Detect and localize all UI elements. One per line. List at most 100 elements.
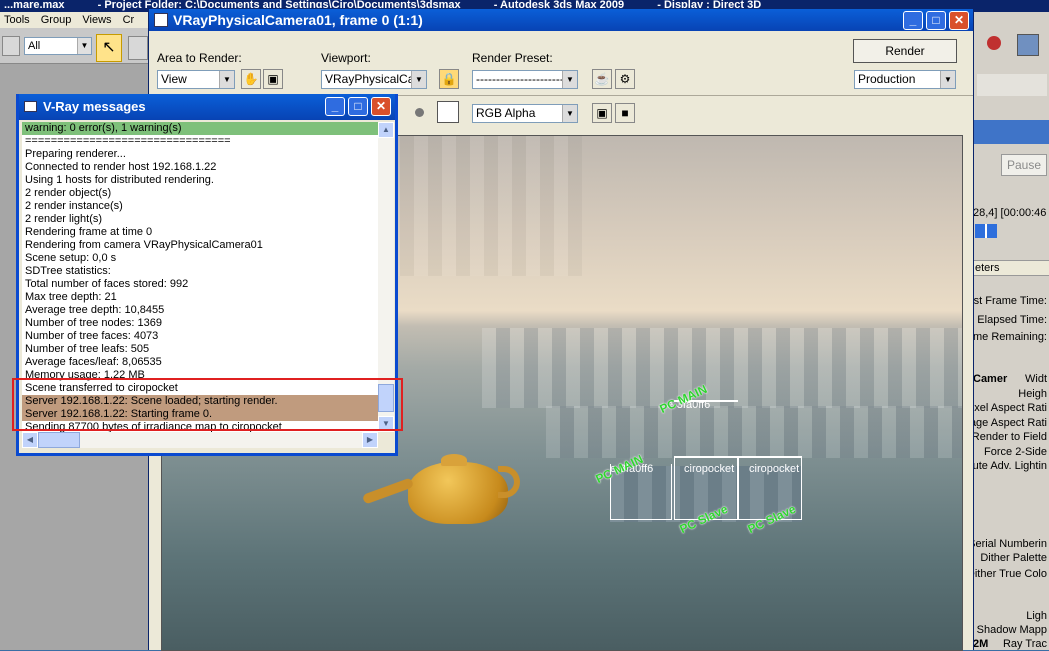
log-line: Number of tree faces: 4073 (25, 330, 159, 342)
menu-tools[interactable]: Tools (4, 14, 30, 26)
frame-icon: ▣ (596, 106, 608, 120)
log-line: Using 1 hosts for distributed rendering. (25, 174, 214, 186)
maximize-button[interactable]: □ (926, 11, 946, 30)
time-remaining-label: me Remaining: (973, 331, 1047, 343)
max-menubar: Tools Group Views Cr (0, 12, 160, 28)
scroll-right-button[interactable]: ▶ (362, 432, 378, 448)
frame-progress-text: 28,4] [00:00:46 (973, 207, 1047, 219)
teapot-handle (498, 466, 520, 498)
environment-button[interactable]: ⚙ (615, 69, 635, 89)
area-to-render-label: Area to Render: (157, 51, 242, 65)
log-line: Connected to render host 192.168.1.22 (25, 161, 217, 173)
width-label: Widt (1025, 373, 1047, 385)
select-by-name-button[interactable] (128, 36, 148, 60)
bucket-host-label: ciropocket (684, 463, 735, 475)
minimize-button[interactable]: _ (903, 11, 923, 30)
area-to-render-value: View (161, 72, 187, 86)
render-preset-dropdown[interactable]: ------------------------- ▼ (472, 70, 578, 89)
minimize-icon: _ (909, 13, 917, 27)
auto-region-button[interactable]: ▣ (263, 69, 283, 89)
close-button[interactable]: ✕ (371, 97, 391, 116)
height-label: Heigh (1018, 388, 1047, 400)
chevron-down-icon: ▼ (562, 105, 577, 122)
selection-filter-dropdown[interactable]: All ▼ (24, 37, 92, 55)
render-window-title: VRayPhysicalCamera01, frame 0 (1:1) (173, 12, 423, 28)
monochrome-button[interactable]: ■ (615, 103, 635, 123)
window-icon (24, 101, 37, 112)
parameters-section-label: eters (973, 260, 1049, 276)
maximize-button[interactable]: □ (348, 97, 368, 116)
log-line: Number of tree leafs: 505 (25, 343, 150, 355)
log-line: 2 render instance(s) (25, 200, 123, 212)
chevron-down-icon: ▼ (77, 38, 91, 54)
viewport-dropdown[interactable]: VRayPhysicalCam ▼ (321, 70, 427, 89)
force-2-sided-label: Force 2-Side (984, 446, 1047, 458)
teapot-body (408, 462, 508, 524)
production-dropdown[interactable]: Production ▼ (854, 70, 956, 89)
shadow-maps-label: Shadow Mapp (976, 624, 1047, 636)
scroll-thumb[interactable] (38, 432, 80, 448)
log-line: ================================ (25, 135, 231, 147)
menu-create[interactable]: Cr (123, 14, 135, 26)
menu-group[interactable]: Group (41, 14, 72, 26)
vray-messages-title: V-Ray messages (43, 99, 146, 114)
viewport-label: Viewport: (321, 51, 371, 65)
max-title-part: ...mare.max (4, 0, 65, 11)
annotation-highlight-box (12, 378, 403, 431)
teapot-spout (361, 477, 415, 505)
render-setup-button[interactable]: ☕ (592, 69, 612, 89)
production-value: Production (858, 72, 916, 86)
cursor-arrow-icon: ↖ (102, 39, 116, 56)
log-line: SDTree statistics: (25, 265, 111, 277)
monitor-icon: ■ (621, 106, 629, 120)
scroll-up-button[interactable]: ▲ (378, 122, 394, 138)
close-icon: ✕ (953, 13, 965, 27)
resize-grip-icon[interactable] (378, 432, 394, 448)
close-button[interactable]: ✕ (949, 11, 969, 30)
2m-label: 2M (973, 638, 989, 650)
command-panel-tabs[interactable] (977, 74, 1047, 96)
swatch-color[interactable] (437, 101, 459, 123)
chevron-down-icon: ▼ (411, 71, 426, 88)
chevron-down-icon: ▼ (940, 71, 955, 88)
scroll-left-button[interactable]: ◀ (22, 432, 38, 448)
pixelated-water-region (546, 406, 962, 458)
selection-filter-value: All (28, 40, 41, 52)
dither-palette-label: Dither Palette (980, 552, 1047, 564)
channel-value: RGB Alpha (476, 106, 536, 120)
menu-views[interactable]: Views (82, 14, 111, 26)
bind-icon[interactable] (2, 36, 20, 56)
log-line: Rendering frame at time 0 (25, 226, 153, 238)
area-to-render-dropdown[interactable]: View ▼ (157, 70, 235, 89)
edit-region-button[interactable]: ✋ (241, 69, 261, 89)
bucket-host-label: ciropocket (749, 463, 800, 475)
progress-bar (975, 224, 997, 238)
log-line: Scene setup: 0,0 s (25, 252, 117, 264)
render-button[interactable]: Render (853, 39, 957, 63)
teapot-render-icon[interactable] (1017, 34, 1039, 56)
render-progress-header (973, 120, 1049, 144)
right-command-panel: Pause 28,4] [00:00:46 eters ast Frame Ti… (972, 12, 1049, 650)
display-alpha-button[interactable]: ▣ (592, 103, 612, 123)
vray-messages-title-bar[interactable]: V-Ray messages _ □ ✕ (19, 94, 395, 120)
lock-icon: 🔒 (441, 72, 457, 86)
select-object-button[interactable]: ↖ (96, 34, 122, 62)
maximize-icon: □ (354, 99, 362, 113)
pixelated-sky-region (482, 328, 962, 408)
app-icon (154, 13, 168, 27)
lights-label: Ligh (1026, 610, 1047, 622)
image-aspect-label: age Aspect Rati (972, 417, 1047, 429)
log-line: Preparing renderer... (25, 148, 126, 160)
minimize-button[interactable]: _ (325, 97, 345, 116)
log-line: 2 render object(s) (25, 187, 112, 199)
horizontal-scrollbar[interactable]: ◀ ▶ (22, 432, 378, 448)
mono-channel-dot-icon[interactable] (415, 108, 424, 117)
ray-traced-label: Ray Trac (1002, 638, 1047, 650)
channel-dropdown[interactable]: RGB Alpha ▼ (472, 104, 578, 123)
lock-viewport-button[interactable]: 🔒 (439, 69, 459, 89)
render-window-title-bar[interactable]: VRayPhysicalCamera01, frame 0 (1:1) _ □ … (149, 9, 973, 31)
pause-button[interactable]: Pause (1001, 154, 1047, 176)
viewport-value: VRayPhysicalCam (325, 72, 425, 86)
log-line: 2 render light(s) (25, 213, 103, 225)
material-sphere-icon[interactable] (987, 36, 1001, 50)
